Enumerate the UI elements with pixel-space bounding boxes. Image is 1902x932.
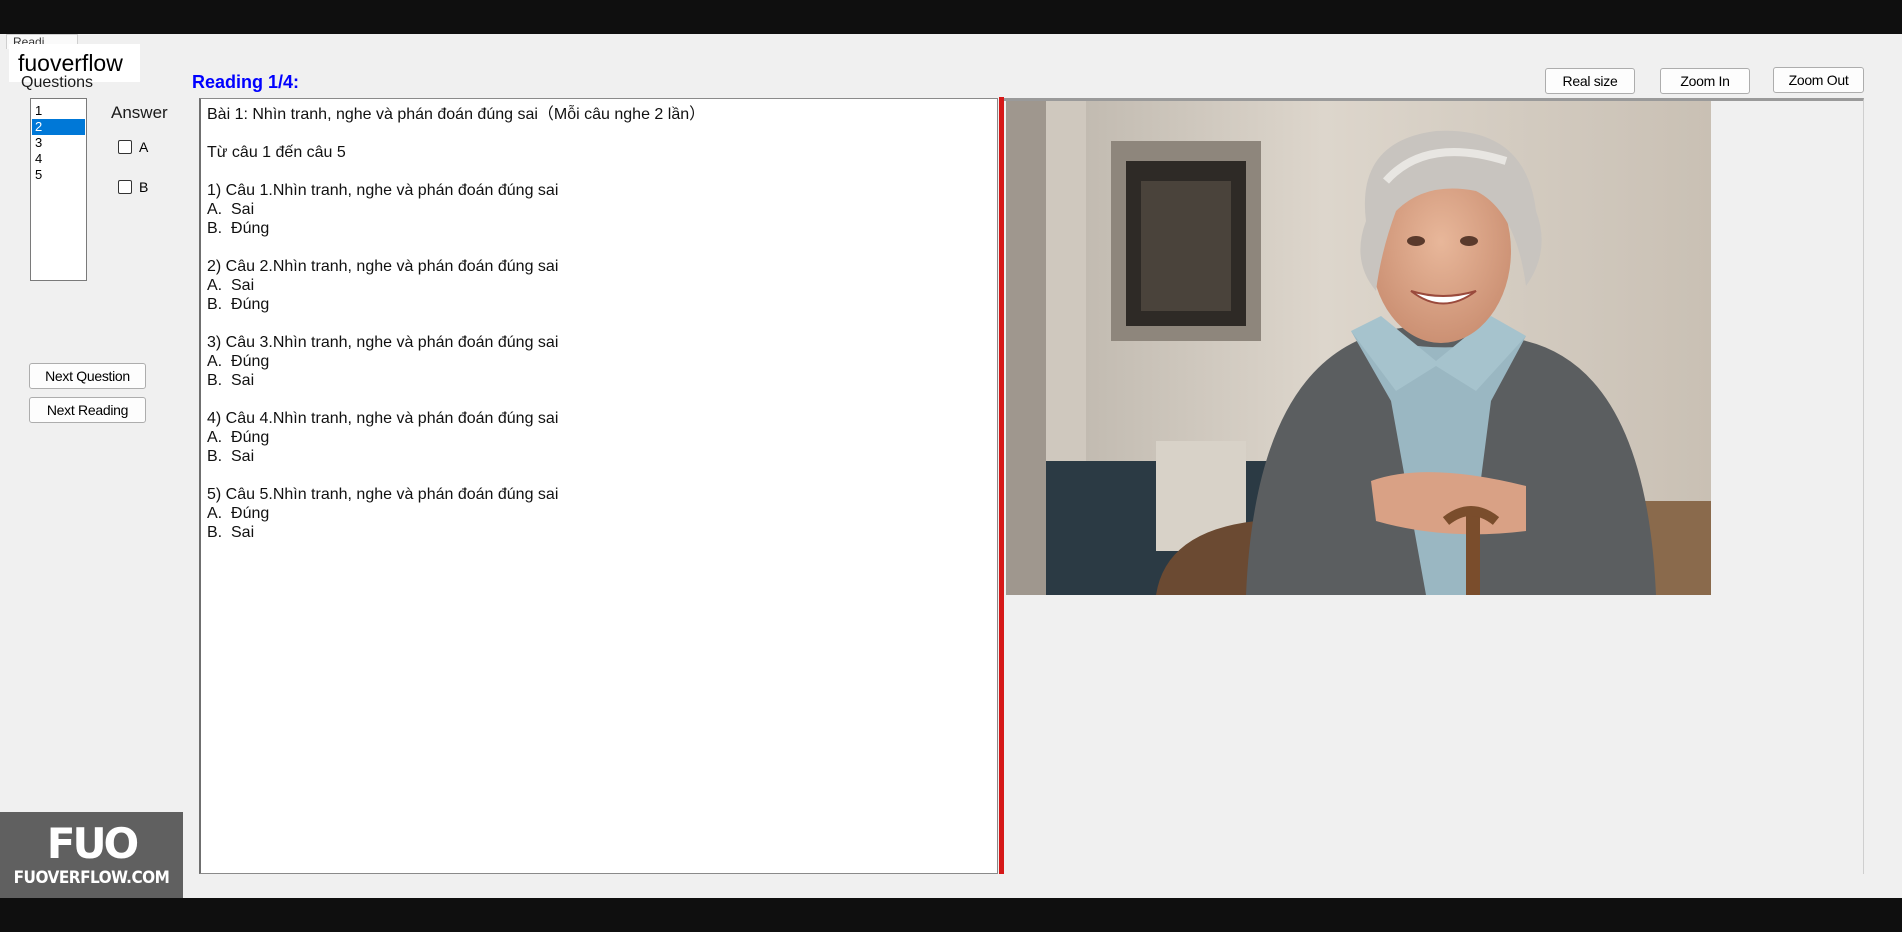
- answer-b-checkbox[interactable]: [118, 180, 132, 194]
- watermark: FUO FUOVERFLOW.COM: [0, 812, 183, 898]
- reading-text-line: B. Sai: [207, 524, 255, 541]
- reading-text-panel[interactable]: Bài 1: Nhìn tranh, nghe và phán đoán đún…: [199, 98, 998, 874]
- reading-text-line: A. Sai: [207, 277, 255, 294]
- answer-a-label: A: [139, 139, 149, 155]
- reading-text-line: B. Sai: [207, 448, 255, 465]
- question-photo: [1006, 101, 1711, 595]
- question-list-item[interactable]: 2: [32, 119, 85, 135]
- question-list-item[interactable]: 1: [32, 103, 85, 119]
- question-list-item[interactable]: 5: [32, 167, 85, 183]
- reading-text-line: B. Đúng: [207, 220, 270, 237]
- next-question-button[interactable]: Next Question: [29, 363, 146, 389]
- reading-text-line: B. Sai: [207, 372, 255, 389]
- question-list[interactable]: 12345: [30, 98, 87, 281]
- reading-text-line: B. Đúng: [207, 296, 270, 313]
- zoom-out-button[interactable]: Zoom Out: [1773, 67, 1864, 93]
- reading-text-line: 2) Câu 2.Nhìn tranh, nghe và phán đoán đ…: [207, 258, 559, 275]
- answer-a-checkbox[interactable]: [118, 140, 132, 154]
- reading-text-line: 5) Câu 5.Nhìn tranh, nghe và phán đoán đ…: [207, 486, 559, 503]
- answer-option-a[interactable]: A: [118, 139, 148, 155]
- answer-option-b[interactable]: B: [118, 179, 148, 195]
- elderly-woman-photo: [1006, 101, 1711, 595]
- answer-b-label: B: [139, 179, 149, 195]
- reading-text-line: 3) Câu 3.Nhìn tranh, nghe và phán đoán đ…: [207, 334, 559, 351]
- real-size-button[interactable]: Real size: [1545, 68, 1635, 94]
- reading-text-line: Bài 1: Nhìn tranh, nghe và phán đoán đún…: [207, 106, 706, 123]
- watermark-text: FUOVERFLOW.COM: [13, 868, 170, 888]
- reading-text-line: A. Đúng: [207, 353, 270, 370]
- reading-text-line: A. Sai: [207, 201, 255, 218]
- watermark-logo: FUO: [46, 819, 140, 868]
- zoom-in-button[interactable]: Zoom In: [1660, 68, 1750, 94]
- reading-text-line: Từ câu 1 đến câu 5: [207, 144, 346, 161]
- question-list-item[interactable]: 3: [32, 135, 85, 151]
- questions-label: Questions: [21, 74, 94, 91]
- reading-text-line: A. Đúng: [207, 505, 270, 522]
- reading-text-line: A. Đúng: [207, 429, 270, 446]
- next-reading-button[interactable]: Next Reading: [29, 397, 146, 423]
- reading-title: Reading 1/4:: [192, 72, 300, 92]
- reading-text-line: 1) Câu 1.Nhìn tranh, nghe và phán đoán đ…: [207, 182, 559, 199]
- answer-label: Answer: [111, 103, 168, 122]
- reading-text-line: 4) Câu 4.Nhìn tranh, nghe và phán đoán đ…: [207, 410, 559, 427]
- question-list-item[interactable]: 4: [32, 151, 85, 167]
